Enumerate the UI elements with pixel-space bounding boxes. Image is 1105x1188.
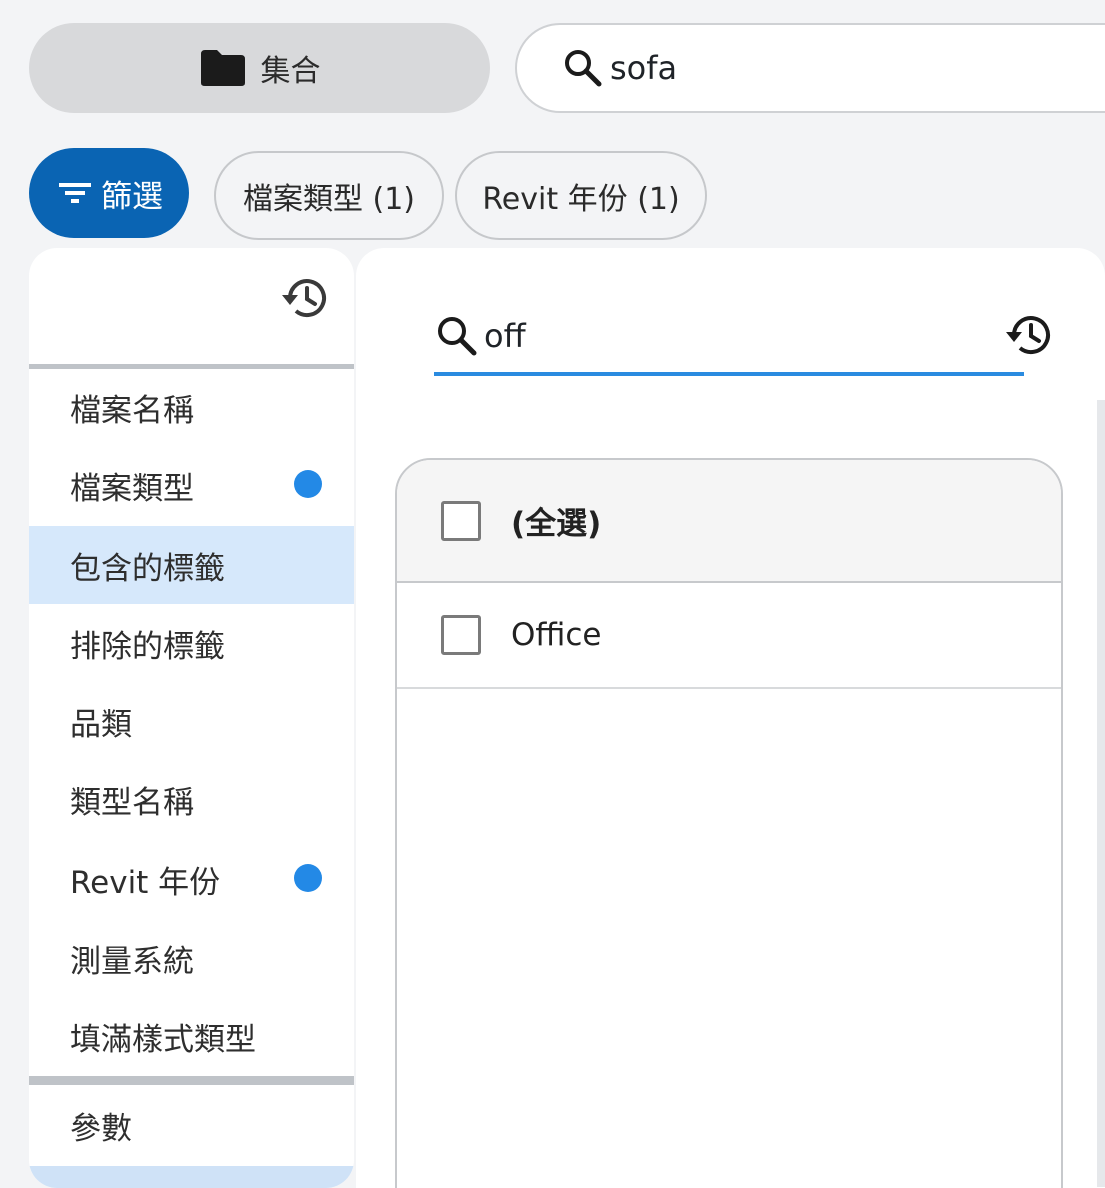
chip-revit-year-label: Revit 年份 (1) bbox=[482, 181, 680, 217]
select-all-row[interactable]: (全選) bbox=[397, 460, 1061, 583]
divider bbox=[29, 1076, 354, 1085]
filter-label: 篩選 bbox=[101, 178, 163, 215]
history-icon[interactable] bbox=[279, 271, 333, 325]
collection-label: 集合 bbox=[260, 54, 321, 89]
filter-category-panel: 檔案名稱 檔案類型 包含的標籤 排除的標籤 品類 類型名稱 Revit 年份 測… bbox=[29, 248, 354, 1188]
chip-file-type-label: 檔案類型 (1) bbox=[242, 181, 416, 217]
item-checkbox[interactable] bbox=[441, 615, 481, 655]
filter-values-panel: (全選) Office bbox=[356, 248, 1105, 1188]
list-item[interactable]: Office bbox=[397, 583, 1061, 689]
select-all-checkbox[interactable] bbox=[441, 500, 481, 541]
chip-file-type[interactable]: 檔案類型 (1) bbox=[214, 151, 444, 240]
category-label: 檔案名稱 bbox=[70, 392, 194, 429]
category-excluded-tags[interactable]: 排除的標籤 bbox=[29, 604, 354, 682]
value-search-input[interactable] bbox=[484, 317, 944, 355]
scrollbar[interactable] bbox=[1097, 400, 1105, 1187]
active-filter-dot bbox=[294, 470, 322, 498]
search-icon bbox=[565, 50, 602, 87]
item-label: Office bbox=[511, 617, 602, 653]
category-file-name[interactable]: 檔案名稱 bbox=[29, 368, 354, 446]
top-search-value: sofa bbox=[610, 49, 678, 87]
values-list: (全選) Office bbox=[395, 458, 1063, 1188]
category-category[interactable]: 品類 bbox=[29, 682, 354, 760]
value-search-field[interactable] bbox=[434, 300, 1024, 376]
category-label: 包含的標籤 bbox=[70, 550, 225, 587]
active-filter-dot bbox=[294, 864, 322, 892]
category-label: Revit 年份 bbox=[70, 864, 221, 901]
category-label: 類型名稱 bbox=[70, 784, 194, 821]
category-label: 品類 bbox=[70, 706, 132, 743]
category-fill-pattern-type[interactable]: 填滿樣式類型 bbox=[29, 997, 354, 1075]
select-all-label: (全選) bbox=[511, 506, 602, 542]
category-file-type[interactable]: 檔案類型 bbox=[29, 446, 354, 524]
top-search-field[interactable]: sofa bbox=[515, 23, 1105, 113]
category-label: 測量系統 bbox=[70, 943, 194, 980]
search-icon bbox=[438, 317, 477, 356]
collection-button[interactable]: 集合 bbox=[29, 23, 490, 113]
category-type-name[interactable]: 類型名稱 bbox=[29, 760, 354, 838]
category-parameters[interactable]: 參數 bbox=[29, 1086, 354, 1164]
folder-icon bbox=[200, 50, 245, 86]
category-label: 排除的標籤 bbox=[70, 628, 225, 665]
filter-icon bbox=[59, 183, 91, 203]
category-measurement-system[interactable]: 測量系統 bbox=[29, 919, 354, 997]
history-icon[interactable] bbox=[1003, 308, 1057, 362]
category-label: 參數 bbox=[70, 1110, 132, 1147]
scroll-indicator bbox=[29, 1166, 354, 1188]
category-revit-year[interactable]: Revit 年份 bbox=[29, 840, 354, 918]
category-included-tags[interactable]: 包含的標籤 bbox=[29, 526, 354, 604]
category-label: 檔案類型 bbox=[70, 470, 194, 507]
filter-button[interactable]: 篩選 bbox=[29, 148, 189, 238]
chip-revit-year[interactable]: Revit 年份 (1) bbox=[455, 151, 707, 240]
category-label: 填滿樣式類型 bbox=[70, 1021, 256, 1058]
